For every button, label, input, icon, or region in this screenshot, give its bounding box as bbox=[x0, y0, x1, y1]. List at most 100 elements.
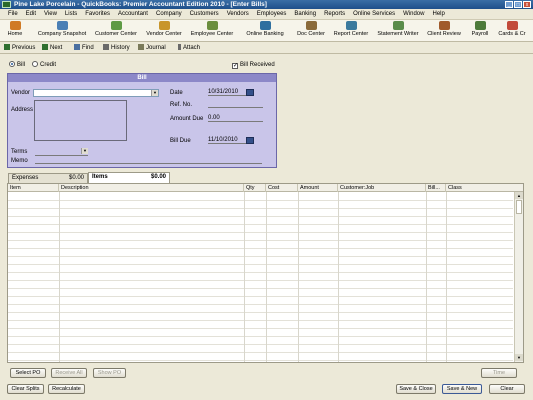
chevron-down-icon[interactable]: ▼ bbox=[151, 90, 158, 96]
payroll-button[interactable]: Payroll bbox=[469, 21, 491, 41]
date-label: Date bbox=[170, 90, 183, 96]
col-description[interactable]: Description bbox=[59, 184, 244, 192]
receive-all-button[interactable]: Receive All bbox=[51, 368, 87, 378]
table-row[interactable] bbox=[8, 256, 513, 257]
menu-customers[interactable]: Customers bbox=[186, 11, 223, 17]
col-billable[interactable]: Bill... bbox=[426, 184, 446, 192]
minimize-button[interactable]: _ bbox=[505, 1, 513, 8]
credit-radio[interactable]: Credit bbox=[32, 61, 56, 68]
tab-items[interactable]: Items $0.00 bbox=[88, 172, 170, 183]
client-review-button[interactable]: Client Review bbox=[424, 21, 464, 41]
date-field[interactable]: 10/31/2010 bbox=[208, 88, 246, 96]
table-row[interactable] bbox=[8, 320, 513, 321]
recalculate-button[interactable]: Recalculate bbox=[48, 384, 85, 394]
table-row[interactable] bbox=[8, 336, 513, 337]
items-grid[interactable]: Item Description Qty Cost Amount Custome… bbox=[7, 183, 524, 363]
calendar-icon[interactable] bbox=[246, 89, 254, 96]
time-button[interactable]: Time bbox=[481, 368, 517, 378]
menu-reports[interactable]: Reports bbox=[320, 11, 349, 17]
col-qty[interactable]: Qty bbox=[244, 184, 266, 192]
table-row[interactable] bbox=[8, 280, 513, 281]
col-class[interactable]: Class bbox=[446, 184, 514, 192]
calendar-icon[interactable] bbox=[246, 137, 254, 144]
attach-button[interactable]: Attach bbox=[178, 44, 200, 52]
amount-due-field[interactable]: 0.00 bbox=[208, 114, 263, 122]
table-row[interactable] bbox=[8, 352, 513, 353]
next-button[interactable]: Next bbox=[42, 44, 62, 52]
table-row[interactable] bbox=[8, 312, 513, 313]
form-toolbar: Previous Next Find History Journal Attac… bbox=[0, 42, 533, 54]
menu-favorites[interactable]: Favorites bbox=[81, 11, 114, 17]
col-cost[interactable]: Cost bbox=[266, 184, 298, 192]
table-row[interactable] bbox=[8, 296, 513, 297]
address-box[interactable] bbox=[34, 100, 127, 141]
menu-lists[interactable]: Lists bbox=[61, 11, 81, 17]
table-row[interactable] bbox=[8, 328, 513, 329]
vendor-dropdown[interactable]: ▼ bbox=[33, 89, 159, 97]
employee-center-button[interactable]: Employee Center bbox=[188, 21, 236, 41]
company-snapshot-button[interactable]: Company Snapshot bbox=[34, 21, 90, 41]
home-button[interactable]: Home bbox=[4, 21, 26, 41]
col-customer-job[interactable]: Customer:Job bbox=[338, 184, 426, 192]
col-amount[interactable]: Amount bbox=[298, 184, 338, 192]
doc-center-button[interactable]: Doc Center bbox=[294, 21, 328, 41]
table-row[interactable] bbox=[8, 272, 513, 273]
scroll-thumb[interactable] bbox=[516, 200, 522, 214]
menu-help[interactable]: Help bbox=[428, 11, 448, 17]
history-button[interactable]: History bbox=[103, 44, 130, 52]
menu-view[interactable]: View bbox=[40, 11, 61, 17]
statement-writer-button[interactable]: Statement Writer bbox=[374, 21, 422, 41]
table-row[interactable] bbox=[8, 264, 513, 265]
bill-received-checkbox[interactable]: ✓ Bill Received bbox=[232, 62, 275, 69]
save-close-button[interactable]: Save & Close bbox=[396, 384, 436, 394]
vendor-center-button[interactable]: Vendor Center bbox=[142, 21, 186, 41]
show-po-button[interactable]: Show PO bbox=[93, 368, 126, 378]
table-row[interactable] bbox=[8, 344, 513, 345]
select-po-button[interactable]: Select PO bbox=[10, 368, 46, 378]
memo-field[interactable] bbox=[35, 156, 262, 164]
table-row[interactable] bbox=[8, 304, 513, 305]
col-item[interactable]: Item bbox=[8, 184, 59, 192]
menu-banking[interactable]: Banking bbox=[290, 11, 320, 17]
maximize-button[interactable]: □ bbox=[514, 1, 522, 8]
bill-radio[interactable]: Bill bbox=[9, 61, 25, 68]
table-row[interactable] bbox=[8, 216, 513, 217]
table-row[interactable] bbox=[8, 248, 513, 249]
terms-label: Terms bbox=[11, 149, 28, 155]
menu-employees[interactable]: Employees bbox=[253, 11, 291, 17]
table-row[interactable] bbox=[8, 208, 513, 209]
journal-button[interactable]: Journal bbox=[138, 44, 166, 52]
doc-center-label: Doc Center bbox=[297, 31, 325, 37]
bill-due-field[interactable]: 11/10/2010 bbox=[208, 136, 246, 144]
table-row[interactable] bbox=[8, 232, 513, 233]
table-row[interactable] bbox=[8, 360, 513, 361]
menu-accountant[interactable]: Accountant bbox=[114, 11, 152, 17]
clear-button[interactable]: Clear bbox=[489, 384, 525, 394]
chevron-down-icon[interactable]: ▼ bbox=[81, 148, 88, 154]
find-button[interactable]: Find bbox=[74, 44, 94, 52]
terms-dropdown[interactable]: ▼ bbox=[35, 148, 88, 156]
vertical-scrollbar[interactable]: ▲ ▼ bbox=[514, 192, 523, 362]
menu-edit[interactable]: Edit bbox=[22, 11, 40, 17]
tab-expenses[interactable]: Expenses $0.00 bbox=[8, 173, 88, 183]
clear-splits-button[interactable]: Clear Splits bbox=[7, 384, 44, 394]
previous-button[interactable]: Previous bbox=[4, 44, 35, 52]
save-new-button[interactable]: Save & New bbox=[442, 384, 482, 394]
menu-window[interactable]: Window bbox=[399, 11, 428, 17]
online-banking-button[interactable]: Online Banking bbox=[242, 21, 288, 41]
menu-vendors[interactable]: Vendors bbox=[223, 11, 253, 17]
table-row[interactable] bbox=[8, 288, 513, 289]
cards-button[interactable]: Cards & Cr bbox=[493, 21, 531, 41]
report-center-button[interactable]: Report Center bbox=[330, 21, 372, 41]
table-row[interactable] bbox=[8, 240, 513, 241]
menu-file[interactable]: File bbox=[4, 11, 22, 17]
customer-center-button[interactable]: Customer Center bbox=[92, 21, 140, 41]
scroll-up-icon[interactable]: ▲ bbox=[515, 192, 523, 199]
close-button[interactable]: x bbox=[523, 1, 531, 8]
menu-company[interactable]: Company bbox=[152, 11, 186, 17]
table-row[interactable] bbox=[8, 224, 513, 225]
refno-field[interactable] bbox=[208, 100, 263, 108]
scroll-down-icon[interactable]: ▼ bbox=[515, 354, 523, 361]
table-row[interactable] bbox=[8, 200, 513, 201]
menu-online-services[interactable]: Online Services bbox=[349, 11, 399, 17]
